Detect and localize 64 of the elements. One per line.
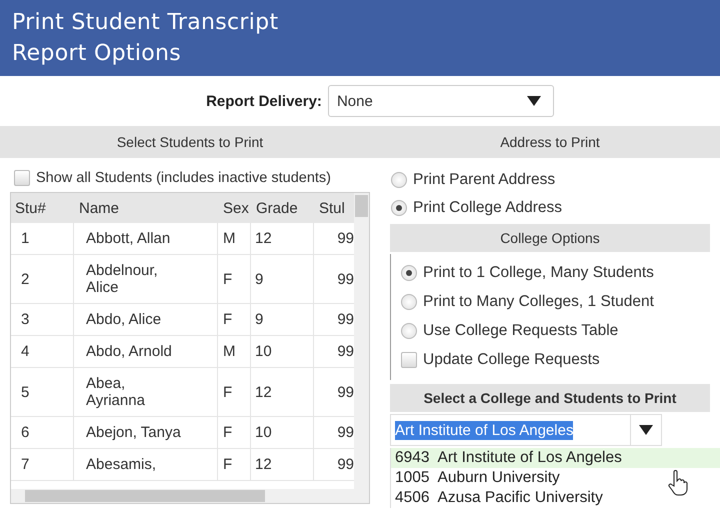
section-heading: Address to Print [380, 126, 720, 158]
table-cell: 7 [11, 449, 74, 481]
radio-label: Print to 1 College, Many Students [423, 264, 654, 282]
radio-button[interactable] [401, 294, 417, 310]
table-cell: F [218, 368, 251, 417]
radio-label: Print Parent Address [413, 171, 556, 189]
table-cell: M [218, 223, 251, 255]
column-header[interactable]: Name [74, 193, 218, 223]
radio-button[interactable] [401, 264, 417, 280]
table-cell: F [218, 304, 251, 336]
table-cell: Abdelnour, Alice [74, 255, 218, 304]
checkbox-label: Update College Requests [423, 350, 600, 368]
delivery-label: Report Delivery: [206, 92, 322, 110]
table-cell: Abbott, Allan [74, 223, 218, 255]
vertical-scrollbar[interactable] [354, 193, 369, 489]
radio-button[interactable] [391, 172, 407, 188]
table-cell: 4 [11, 336, 74, 368]
table-cell: Abesamis, [74, 449, 218, 481]
table-cell: 1 [11, 223, 74, 255]
checkbox[interactable] [14, 170, 30, 186]
table-cell: M [218, 336, 251, 368]
page-title: Report Options [12, 40, 182, 68]
table-cell: Abea, Ayrianna [74, 368, 218, 417]
table-cell: 3 [11, 304, 74, 336]
hand-cursor-icon [668, 470, 688, 496]
radio-label: Print College Address [413, 199, 562, 217]
table-cell: 12 [251, 368, 314, 417]
table-cell: 9 [251, 255, 314, 304]
radio-label: Use College Requests Table [423, 322, 618, 340]
table-cell: 10 [251, 336, 314, 368]
table-cell: 10 [251, 417, 314, 449]
column-header[interactable]: Grade [251, 193, 314, 223]
table-cell: F [218, 255, 251, 304]
column-header[interactable]: Stu# [11, 193, 74, 223]
table-cell: 9 [251, 304, 314, 336]
column-header[interactable]: Sex [218, 193, 251, 223]
table-cell: Abdo, Alice [74, 304, 218, 336]
table-cell: Abdo, Arnold [74, 336, 218, 368]
college-option[interactable]: 6943 Art Institute of Los Angeles [391, 448, 720, 468]
table-cell: 5 [11, 368, 74, 417]
table-cell: F [218, 449, 251, 481]
delivery-dropdown[interactable]: None [328, 85, 554, 117]
checkbox[interactable] [401, 352, 417, 368]
table-cell: F [218, 417, 251, 449]
caret-icon [526, 96, 541, 106]
section-heading: Select a College and Students to Print [390, 384, 710, 412]
table-cell: Abejon, Tanya [74, 417, 218, 449]
column-header[interactable]: Stul [314, 193, 354, 223]
section-heading: Select Students to Print [0, 126, 380, 158]
table-cell: 6 [11, 417, 74, 449]
table-cell: 12 [251, 449, 314, 481]
college-option[interactable]: 4506 Azusa Pacific University [391, 488, 720, 508]
checkbox-label: Show all Students (includes inactive students) [36, 170, 331, 186]
radio-label: Print to Many Colleges, 1 Student [423, 292, 654, 310]
page-title: Print Student Transcript [12, 9, 280, 37]
table-cell: 2 [11, 255, 74, 304]
college-option[interactable]: 1005 Auburn University [391, 468, 720, 488]
horizontal-scrollbar[interactable] [11, 489, 369, 503]
college-combobox[interactable]: Art Institute of Los Angeles [390, 414, 662, 446]
radio-button[interactable] [391, 200, 407, 216]
radio-button[interactable] [401, 322, 417, 338]
caret-icon [639, 425, 653, 435]
table-cell: 12 [251, 223, 314, 255]
section-heading: College Options [390, 224, 710, 252]
